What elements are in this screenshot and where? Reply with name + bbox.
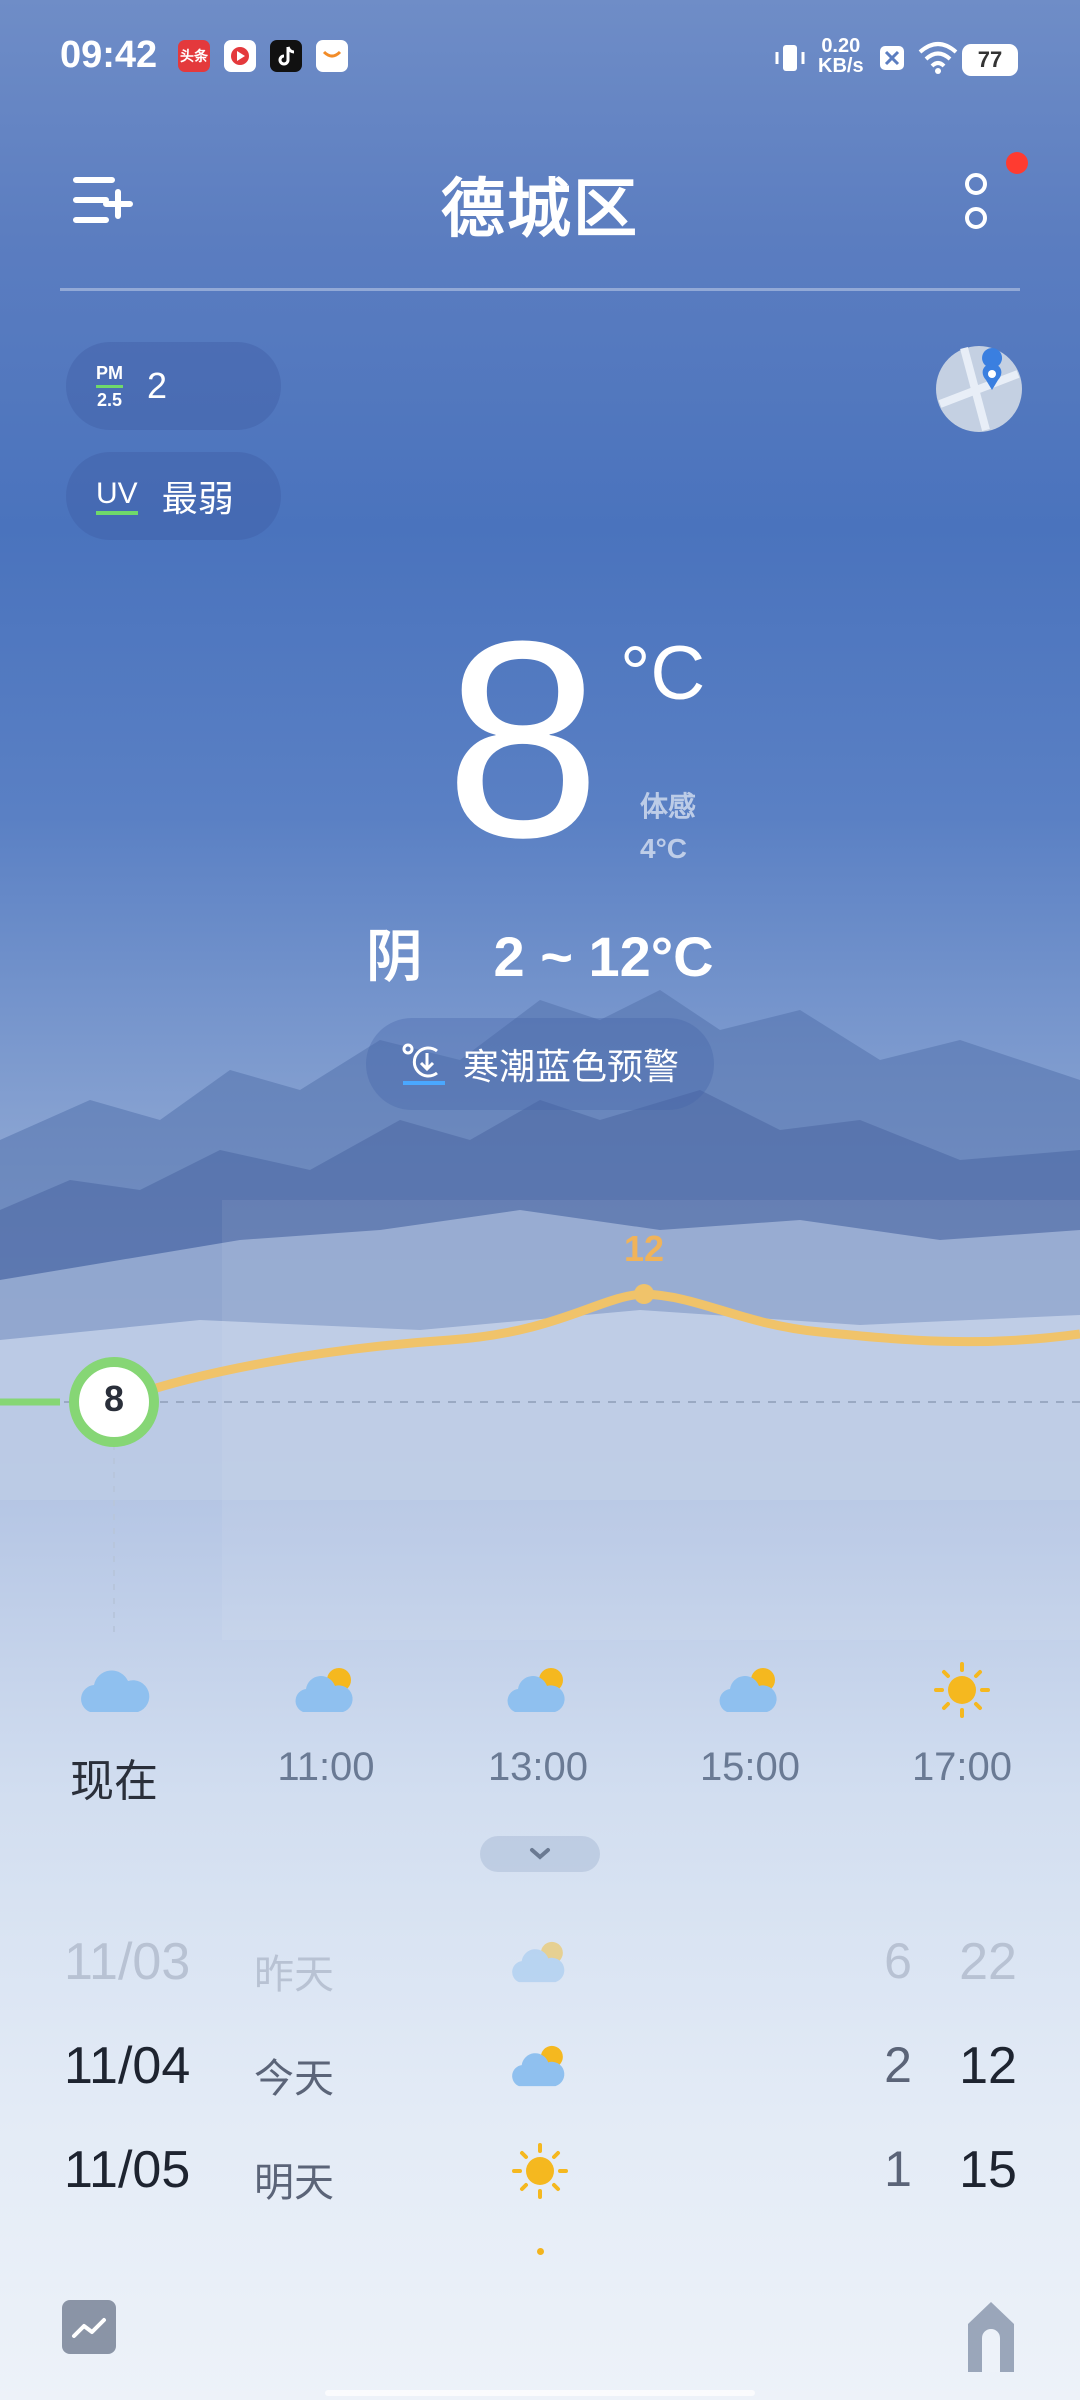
partly-cloudy-icon [512,2045,565,2087]
hourly-item[interactable]: 13:00 [448,1660,628,1790]
net-speed: 0.20 KB/s [818,36,864,76]
notification-dot [1006,152,1028,174]
status-time: 09:42 [60,34,158,76]
current-temperature: 8 [445,584,601,896]
temp-range: 2 ~ 12°C [493,925,714,988]
pm25-icon: PM 2.5 [96,363,123,410]
hourly-label: 11:00 [277,1745,375,1789]
battery-indicator: 77 [962,44,1018,76]
hourly-item[interactable]: 15:00 [660,1660,840,1790]
peak-temp-label: 12 [623,1228,665,1269]
feels-like-value: 4°C [640,833,687,864]
daily-high: 12 [959,2037,1017,2095]
daily-date: 11/05 [64,2141,191,2199]
daily-date: 11/04 [64,2037,191,2095]
daily-low: 6 [884,1933,912,1989]
scroll-indicator-dot [537,2248,544,2255]
hourly-temp-curve [0,1200,1080,1640]
chevron-down-icon [530,1848,550,1860]
uv-value: 最弱 [161,478,234,519]
hourly-label: 现在 [70,1757,158,1806]
gesture-nav-bar[interactable] [325,2390,755,2396]
uv-chip[interactable]: UV 最弱 [66,452,281,540]
daily-high: 22 [959,1933,1017,1991]
hourly-item[interactable]: 17:00 [872,1660,1052,1790]
alert-text: 寒潮蓝色预警 [462,1046,679,1087]
expand-handle[interactable] [480,1836,600,1872]
temperature-unit: °C [620,631,706,716]
pm-label-top: PM [96,362,123,383]
cloudy-icon [81,1670,150,1712]
daily-day: 明天 [254,2161,334,2205]
video-app-icon [224,40,256,72]
daily-row-yesterday[interactable]: 11/03 昨天 6 22 [0,1932,1080,2032]
condition-range: 阴 2 ~ 12°C [0,912,1080,993]
partly-cloudy-icon [719,1668,777,1712]
map-location-icon[interactable] [934,344,1024,434]
pm25-chip[interactable]: PM 2.5 2 [66,342,281,430]
hourly-item[interactable]: 11:00 [236,1660,416,1790]
net-speed-unit: KB/s [818,55,864,77]
daily-row-tomorrow[interactable]: 11/05 明天 1 15 [0,2140,1080,2240]
pm25-value: 2 [147,365,168,406]
trend-icon [72,2318,106,2338]
daily-low: 2 [884,2037,912,2093]
net-speed-value: 0.20 [821,35,861,57]
daily-date: 11/03 [64,1933,191,1991]
hourly-label: 15:00 [699,1745,801,1789]
home-icon[interactable] [964,2298,1018,2374]
daily-low: 1 [884,2141,912,2197]
uv-label: UV [96,477,138,515]
vibrate-icon [775,45,805,71]
city-title[interactable]: 德城区 [0,158,1080,250]
hourly-label: 17:00 [911,1745,1013,1789]
partly-cloudy-icon [507,1668,565,1712]
more-icon[interactable] [962,172,990,234]
cold-wave-alert[interactable]: 寒潮蓝色预警 [366,1018,714,1110]
hourly-item-now[interactable]: 现在 [24,1660,204,1809]
header-divider [60,288,1020,291]
no-sim-icon [880,46,904,70]
daily-row-today[interactable]: 11/04 今天 2 12 [0,2036,1080,2136]
feels-like-label: 体感 [640,791,697,822]
daily-day: 今天 [254,2057,334,2101]
pm-label-bottom: 2.5 [96,389,123,410]
partly-cloudy-icon [295,1668,353,1712]
daily-day: 昨天 [254,1953,334,1997]
toutiao-app-icon: 头条 [178,40,210,72]
partly-cloudy-icon [512,1941,565,1983]
mail-app-icon [316,40,348,72]
status-bar: 09:42 头条 0.20 KB/s 77 [0,0,1080,120]
wifi-icon [918,42,958,74]
sunny-icon [934,1662,990,1718]
trend-chart-button[interactable] [62,2300,116,2354]
cold-wave-icon [402,1043,445,1085]
feels-like: 体感 4°C [640,786,696,870]
now-temp-label: 8 [103,1378,125,1419]
tiktok-icon [270,40,302,72]
daily-high: 15 [959,2141,1017,2199]
sunny-icon [512,2143,568,2199]
condition-text: 阴 [366,925,423,988]
hourly-label: 13:00 [487,1745,589,1789]
